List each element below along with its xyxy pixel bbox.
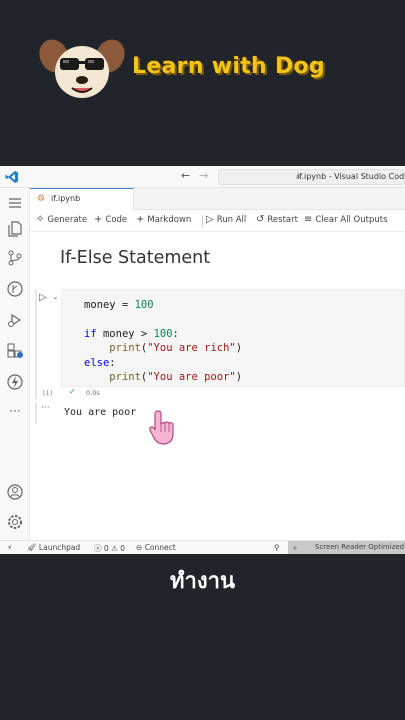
sparkle-icon: ✧ (36, 214, 45, 225)
toolbar-divider (202, 215, 203, 227)
plug-icon: ⊖ (136, 543, 143, 552)
forward-arrow-icon[interactable]: → (199, 169, 208, 182)
error-count: 0 (103, 544, 109, 553)
extensions-icon[interactable] (6, 342, 24, 360)
warning-count: 0 (120, 544, 125, 553)
restart-icon: ↺ (256, 214, 265, 225)
title-bar: ← → ⌕ if.ipynb - Visual Studio Code (0, 166, 405, 188)
clear-all-icon: ≡ (304, 214, 313, 225)
restart-label: Restart (267, 214, 298, 225)
tab-if-ipynb[interactable]: ⚙ if.ipynb (30, 188, 134, 210)
warning-icon: ⚠ (111, 544, 118, 553)
run-all-button[interactable]: ▷ Run All (206, 214, 246, 225)
notebook-toolbar: ✧ Generate + Code + Markdown ▷ Run All ↺… (30, 210, 405, 232)
check-icon: ✓ (69, 387, 76, 396)
run-debug-icon[interactable] (6, 311, 24, 329)
cell-output: ··· You are poor (35, 402, 405, 424)
plus-icon: + (136, 214, 145, 225)
run-all-label: Run All (216, 214, 247, 225)
tab-label: if.ipynb (51, 194, 81, 203)
output-bar (35, 402, 37, 424)
markdown-heading: If-Else Statement (60, 248, 211, 268)
screen-reader-label: Screen Reader Optimized (315, 543, 405, 551)
add-code-button[interactable]: + Code (94, 214, 127, 225)
code-label: Code (105, 214, 128, 225)
run-cell-icon[interactable]: ▷ (39, 292, 47, 303)
restart-button[interactable]: ↺ Restart (256, 214, 298, 225)
account-icon[interactable] (6, 483, 24, 501)
rocket-icon: 🚀︎ (27, 543, 37, 552)
error-icon: ⓧ (94, 544, 102, 553)
banner: Learn with Dog (0, 0, 405, 165)
screen-reader-badge[interactable]: ⌕ Screen Reader Optimized (288, 541, 405, 554)
more-icon[interactable]: ··· (6, 404, 24, 422)
generate-button[interactable]: ✧ Generate (36, 214, 87, 225)
clear-outputs-button[interactable]: ≡ Clear All Outputs (304, 214, 388, 225)
zoom-icon: ⌕ (293, 543, 298, 552)
output-text: You are poor (64, 407, 137, 418)
code-cell[interactable]: ▷ ⌄ money = 100 if money > 100: print("Y… (35, 289, 405, 399)
connect-label: Connect (144, 543, 176, 552)
run-all-icon: ▷ (206, 214, 214, 225)
problems-indicator[interactable]: ⓧ 0 ⚠ 0 (94, 543, 125, 554)
status-bar: ⚡ 🚀︎ Launchpad ⓧ 0 ⚠ 0 ⊖ Connect ⚲ ⌕ Scr… (0, 540, 405, 554)
git-icon[interactable] (6, 280, 24, 298)
command-center-search[interactable]: ⌕ if.ipynb - Visual Studio Code (218, 169, 405, 185)
cell-focus-bar (35, 289, 37, 399)
editor-tabs: ⚙ if.ipynb (30, 188, 405, 210)
output-more-icon[interactable]: ··· (41, 403, 50, 413)
add-markdown-button[interactable]: + Markdown (136, 214, 191, 225)
remote-icon[interactable]: ⚡ (7, 543, 12, 552)
notebook-icon: ⚙ (37, 194, 46, 204)
clear-outputs-label: Clear All Outputs (315, 214, 388, 225)
source-control-icon[interactable] (6, 249, 24, 267)
search-icon: ⌕ (296, 172, 301, 181)
markdown-label: Markdown (147, 214, 192, 225)
execution-time: 0.0s (86, 389, 100, 397)
code-text: money = 100 if money > 100: print("You a… (84, 299, 243, 384)
execution-count: [1] (43, 389, 53, 397)
pointer-hand-icon (149, 410, 174, 445)
settings-gear-icon[interactable] (6, 513, 24, 531)
window-title: if.ipynb - Visual Studio Code (297, 172, 405, 181)
chevron-down-icon[interactable]: ⌄ (52, 292, 59, 301)
connect-button[interactable]: ⊖ Connect (136, 543, 176, 552)
dog-logo-icon (39, 39, 125, 98)
plus-icon: + (94, 214, 103, 225)
menu-icon[interactable] (6, 194, 24, 212)
code-editor[interactable]: money = 100 if money > 100: print("You a… (61, 289, 405, 387)
launchpad-button[interactable]: 🚀︎ Launchpad (27, 543, 80, 552)
vscode-logo-icon (5, 171, 18, 183)
video-subtitle: ทำงาน (170, 569, 235, 594)
launchpad-label: Launchpad (38, 543, 81, 552)
explorer-icon[interactable] (6, 220, 24, 238)
back-arrow-icon[interactable]: ← (181, 169, 190, 182)
generate-label: Generate (47, 214, 88, 225)
brand-title: Learn with Dog (132, 54, 325, 79)
vscode-window: ← → ⌕ if.ipynb - Visual Studio Code ··· (0, 166, 405, 554)
activity-bar: ··· (0, 188, 30, 540)
location-icon[interactable]: ⚲ (274, 543, 280, 552)
lightning-icon[interactable] (6, 373, 24, 391)
